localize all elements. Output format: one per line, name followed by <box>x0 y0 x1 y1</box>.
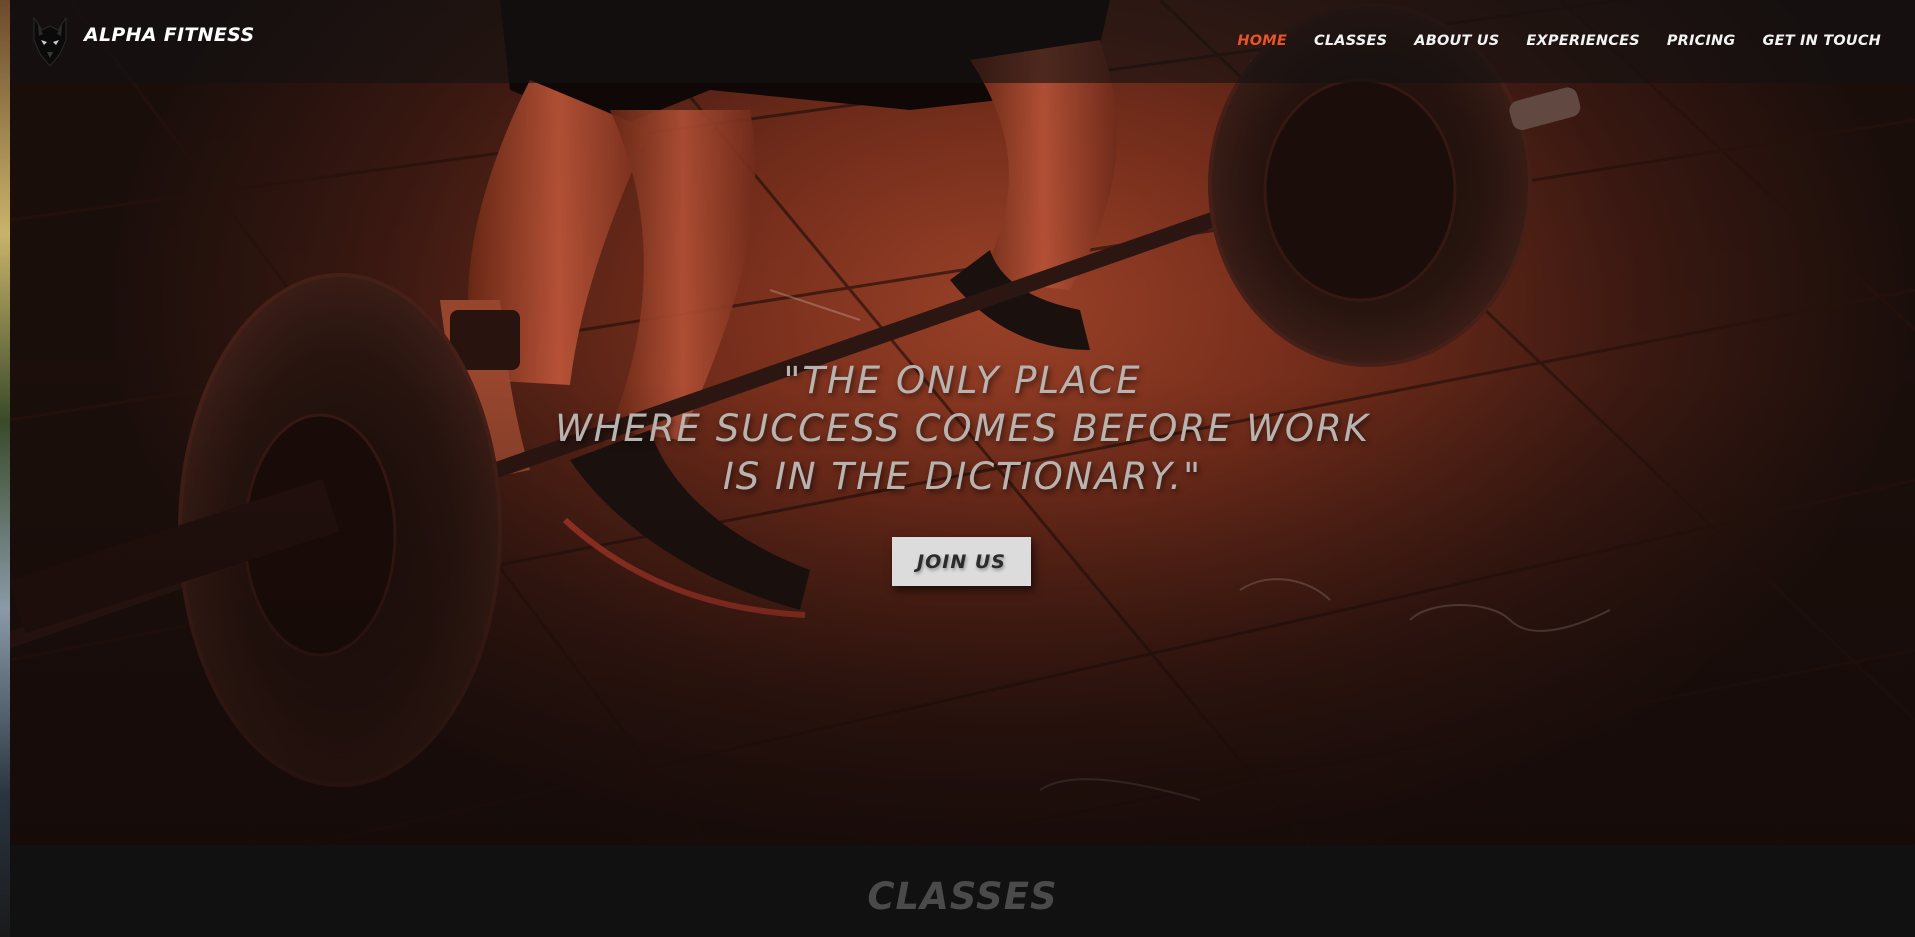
classes-heading: CLASSES <box>867 875 1058 918</box>
brand-link[interactable]: ALPHA FITNESS <box>30 14 254 70</box>
browser-viewport: "THE ONLY PLACE WHERE SUCCESS COMES BEFO… <box>0 0 1915 937</box>
hero-quote-line-3: IS IN THE DICTIONARY." <box>722 455 1203 498</box>
website: "THE ONLY PLACE WHERE SUCCESS COMES BEFO… <box>10 0 1915 937</box>
adjacent-window-strip <box>0 0 10 937</box>
nav-item-classes[interactable]: CLASSES <box>1314 33 1387 49</box>
wolf-icon <box>33 16 67 67</box>
nav-item-experiences[interactable]: EXPERIENCES <box>1526 33 1639 49</box>
classes-section: CLASSES <box>10 845 1915 937</box>
join-us-button[interactable]: JOIN US <box>892 537 1031 586</box>
nav-item-home[interactable]: HOME <box>1237 33 1287 49</box>
main-nav: HOME CLASSES ABOUT US EXPERIENCES PRICIN… <box>1237 33 1881 49</box>
hero-section: "THE ONLY PLACE WHERE SUCCESS COMES BEFO… <box>10 0 1915 845</box>
hero-quote: "THE ONLY PLACE WHERE SUCCESS COMES BEFO… <box>10 357 1915 501</box>
nav-item-pricing[interactable]: PRICING <box>1667 33 1736 49</box>
brand-name: ALPHA FITNESS <box>84 24 255 46</box>
hero-quote-line-1: "THE ONLY PLACE <box>783 359 1142 402</box>
hero-quote-line-2: WHERE SUCCESS COMES BEFORE WORK <box>555 407 1370 450</box>
navbar: ALPHA FITNESS HOME CLASSES ABOUT US EXPE… <box>10 0 1915 83</box>
nav-item-get-in-touch[interactable]: GET IN TOUCH <box>1763 33 1882 49</box>
nav-item-about-us[interactable]: ABOUT US <box>1414 33 1499 49</box>
